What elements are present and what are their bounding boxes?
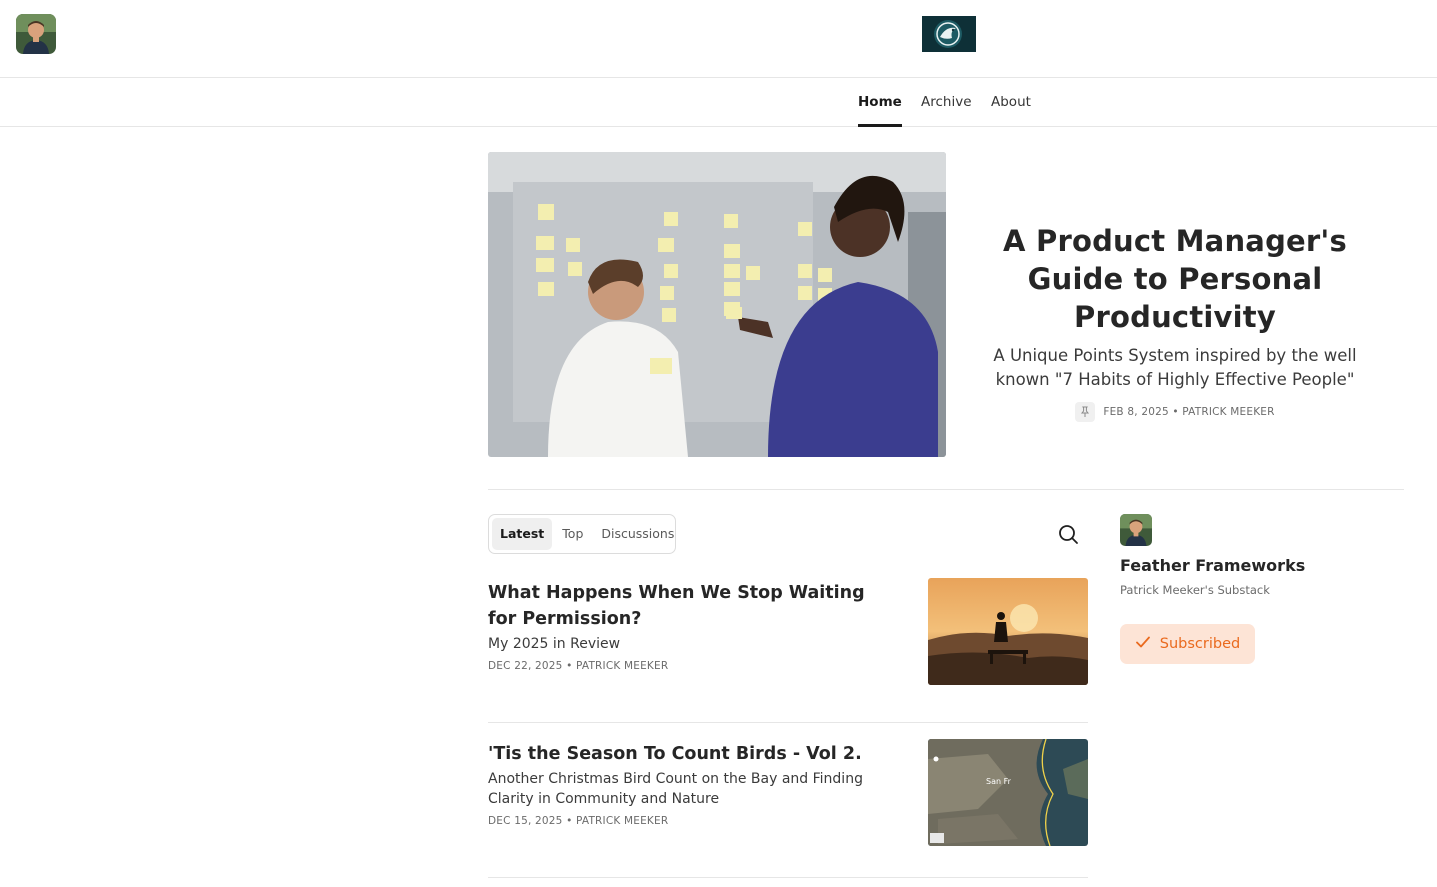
post-item[interactable]: 'Tis the Season To Count Birds - Vol 2. … [488, 739, 1088, 846]
post-subtitle: Another Christmas Bird Count on the Bay … [488, 771, 863, 807]
hero-post-meta: FEB 8, 2025 • PATRICK MEEKER [966, 402, 1384, 422]
author-avatar[interactable] [16, 14, 56, 54]
hero-post-text[interactable]: A Product Manager's Guide to Personal Pr… [966, 222, 1384, 422]
subscribed-button[interactable]: Subscribed [1120, 624, 1255, 664]
main-nav: Home Archive About [0, 78, 1437, 127]
tab-discussions[interactable]: Discussions [593, 518, 682, 550]
publication-logo[interactable] [922, 16, 976, 52]
post-separator [488, 722, 1088, 723]
tab-latest[interactable]: Latest [492, 518, 553, 550]
subscribed-label: Subscribed [1159, 636, 1241, 652]
section-divider [488, 489, 1404, 490]
hero-post-image[interactable] [488, 152, 946, 457]
publication-name[interactable]: Feather Frameworks [1120, 556, 1305, 575]
post-title[interactable]: 'Tis the Season To Count Birds - Vol 2. [488, 741, 898, 767]
publication-description: Patrick Meeker's Substack [1120, 583, 1270, 597]
sidebar-author-avatar[interactable] [1120, 514, 1152, 546]
search-icon[interactable] [1056, 522, 1080, 546]
post-tabs: Latest Top Discussions [488, 514, 676, 554]
post-separator [488, 877, 1088, 878]
pin-icon [1075, 402, 1096, 422]
hero-post-title[interactable]: A Product Manager's Guide to Personal Pr… [966, 222, 1384, 336]
hero-post-date-author: FEB 8, 2025 • PATRICK MEEKER [1103, 406, 1275, 418]
nav-about[interactable]: About [991, 78, 1031, 126]
post-title[interactable]: What Happens When We Stop Waiting for Pe… [488, 580, 898, 632]
top-header [0, 0, 1437, 78]
post-item[interactable]: What Happens When We Stop Waiting for Pe… [488, 578, 1088, 685]
nav-home[interactable]: Home [858, 78, 902, 127]
post-thumbnail[interactable] [928, 578, 1088, 685]
svg-text:San Fr: San Fr [986, 777, 1012, 786]
hero-post-subtitle: A Unique Points System inspired by the w… [993, 346, 1357, 389]
post-thumbnail[interactable]: San Fr [928, 739, 1088, 846]
check-icon [1135, 634, 1151, 654]
tab-top[interactable]: Top [554, 518, 591, 550]
nav-archive[interactable]: Archive [921, 78, 972, 126]
post-subtitle: My 2025 in Review [488, 636, 621, 652]
